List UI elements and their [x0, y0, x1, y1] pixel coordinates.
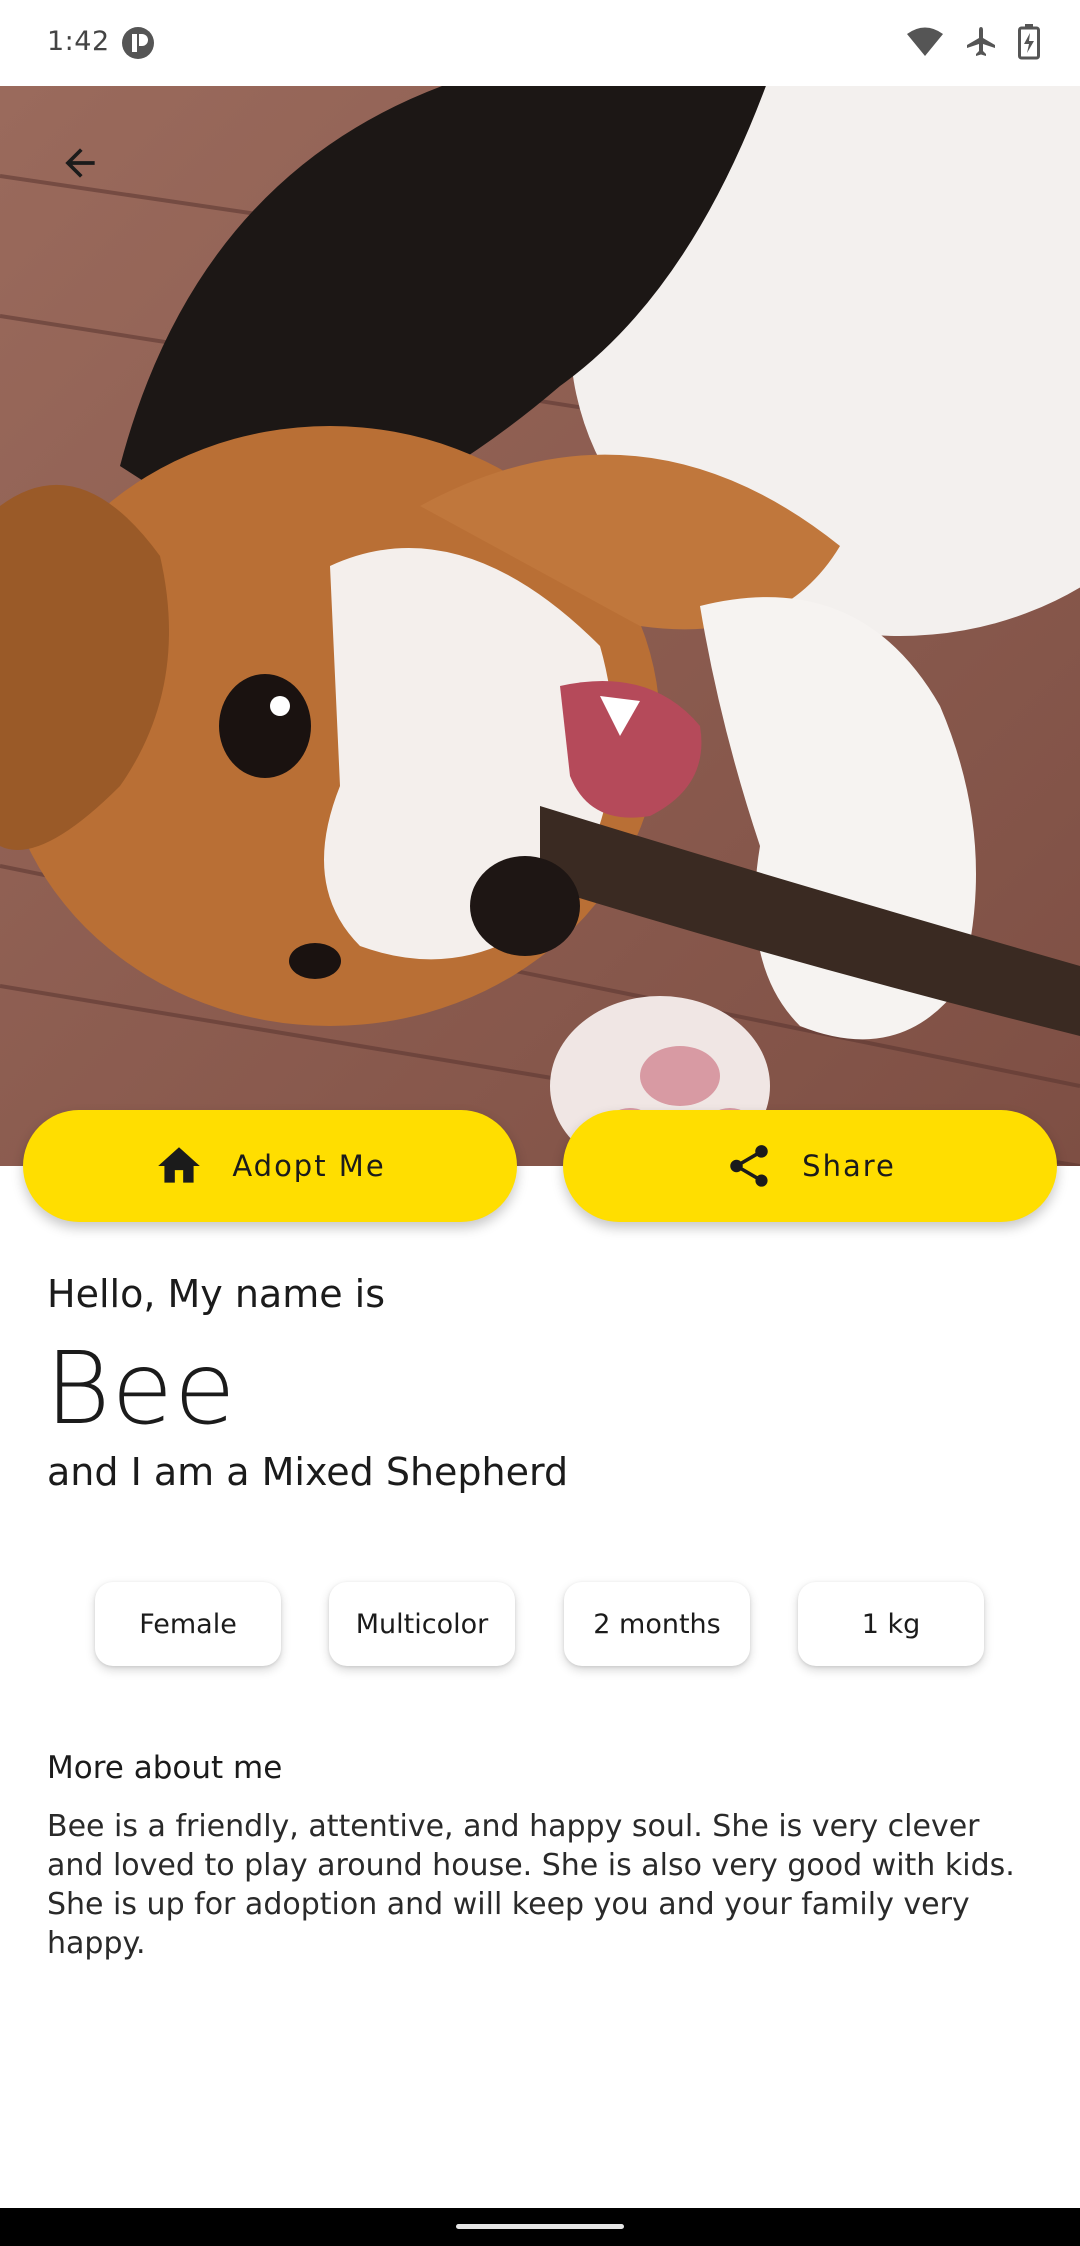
greeting-text: Hello, My name is [47, 1272, 386, 1316]
chip-gender: Female [95, 1582, 281, 1666]
navigation-bar [0, 2208, 1080, 2246]
status-icons [906, 24, 1040, 64]
about-title: More about me [47, 1750, 283, 1786]
wifi-icon [906, 27, 944, 61]
airplane-icon [964, 25, 998, 63]
pet-detail-screen: 1:42 Adopt Me Share Hello, My name is Be… [0, 0, 1080, 2246]
chip-age: 2 months [564, 1582, 750, 1666]
adopt-me-label: Adopt Me [232, 1149, 386, 1183]
share-button[interactable]: Share [563, 1110, 1057, 1222]
about-description: Bee is a friendly, attentive, and happy … [47, 1809, 1015, 1961]
chip-color: Multicolor [329, 1582, 515, 1666]
home-icon [158, 1147, 201, 1183]
chip-weight: 1 kg [798, 1582, 984, 1666]
status-bar: 1:42 [0, 0, 1080, 86]
pet-name: Bee [45, 1330, 237, 1447]
status-time: 1:42 [47, 26, 110, 57]
home-gesture-handle[interactable] [456, 2224, 624, 2229]
breed-text: and I am a Mixed Shepherd [47, 1450, 569, 1494]
adopt-me-button[interactable]: Adopt Me [23, 1110, 517, 1222]
battery-icon [1018, 24, 1040, 64]
share-label: Share [802, 1149, 896, 1183]
arrow-back-icon [65, 148, 95, 178]
share-icon [730, 1145, 768, 1187]
app-notification-icon [121, 26, 155, 60]
pet-photo [0, 86, 1080, 1166]
back-button[interactable] [44, 127, 116, 199]
